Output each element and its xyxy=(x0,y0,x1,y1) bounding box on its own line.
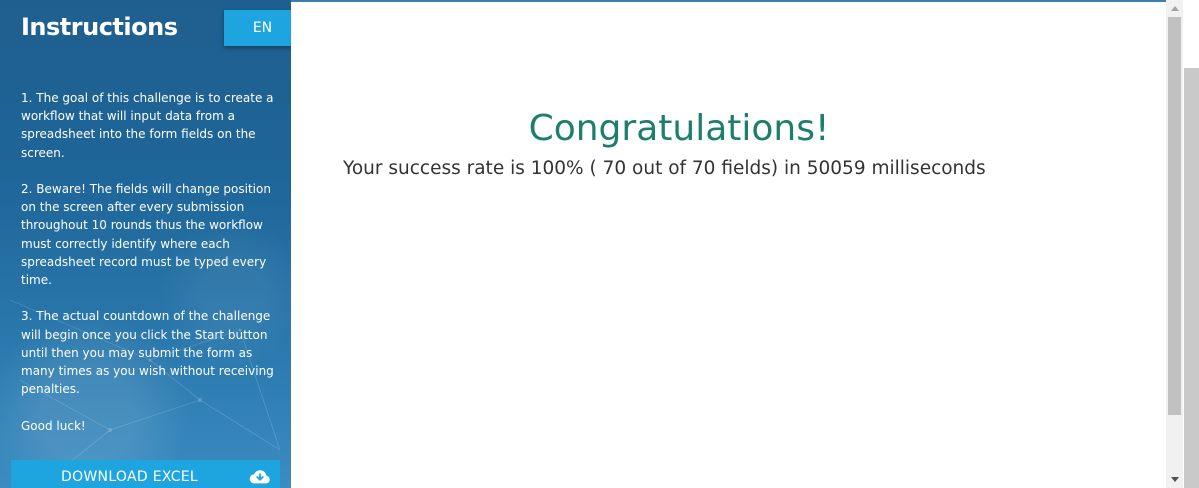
download-excel-button[interactable]: DOWNLOAD EXCEL xyxy=(11,460,280,488)
page: Instructions EN 1. The goal of this chal… xyxy=(0,0,1199,488)
language-button[interactable]: EN xyxy=(224,10,291,46)
outer-scrollbar-thumb[interactable] xyxy=(1184,68,1199,488)
instructions-text: 1. The goal of this challenge is to crea… xyxy=(21,89,279,453)
instruction-item: 1. The goal of this challenge is to crea… xyxy=(21,91,274,160)
chevron-down-icon xyxy=(1170,477,1179,482)
good-luck-text: Good luck! xyxy=(21,418,86,433)
scrollbar-thumb[interactable] xyxy=(1168,17,1181,415)
results-panel: Congratulations! Your success rate is 10… xyxy=(291,2,1167,488)
scroll-up-button[interactable] xyxy=(1166,0,1183,17)
instruction-item: 3. The actual countdown of the challenge… xyxy=(21,309,274,397)
instructions-sidebar: Instructions EN 1. The goal of this chal… xyxy=(0,0,291,488)
congratulations-heading: Congratulations! xyxy=(528,108,830,149)
cloud-download-icon xyxy=(249,470,270,484)
success-rate-text: Your success rate is 100% ( 70 out of 70… xyxy=(343,158,986,179)
chevron-up-icon xyxy=(1170,6,1179,11)
instruction-item: 2. Beware! The fields will change positi… xyxy=(21,182,271,288)
sidebar-title: Instructions xyxy=(21,13,178,41)
download-excel-label: DOWNLOAD EXCEL xyxy=(61,469,199,485)
scroll-down-button[interactable] xyxy=(1166,471,1183,488)
outer-scrollbar[interactable] xyxy=(1183,0,1199,488)
